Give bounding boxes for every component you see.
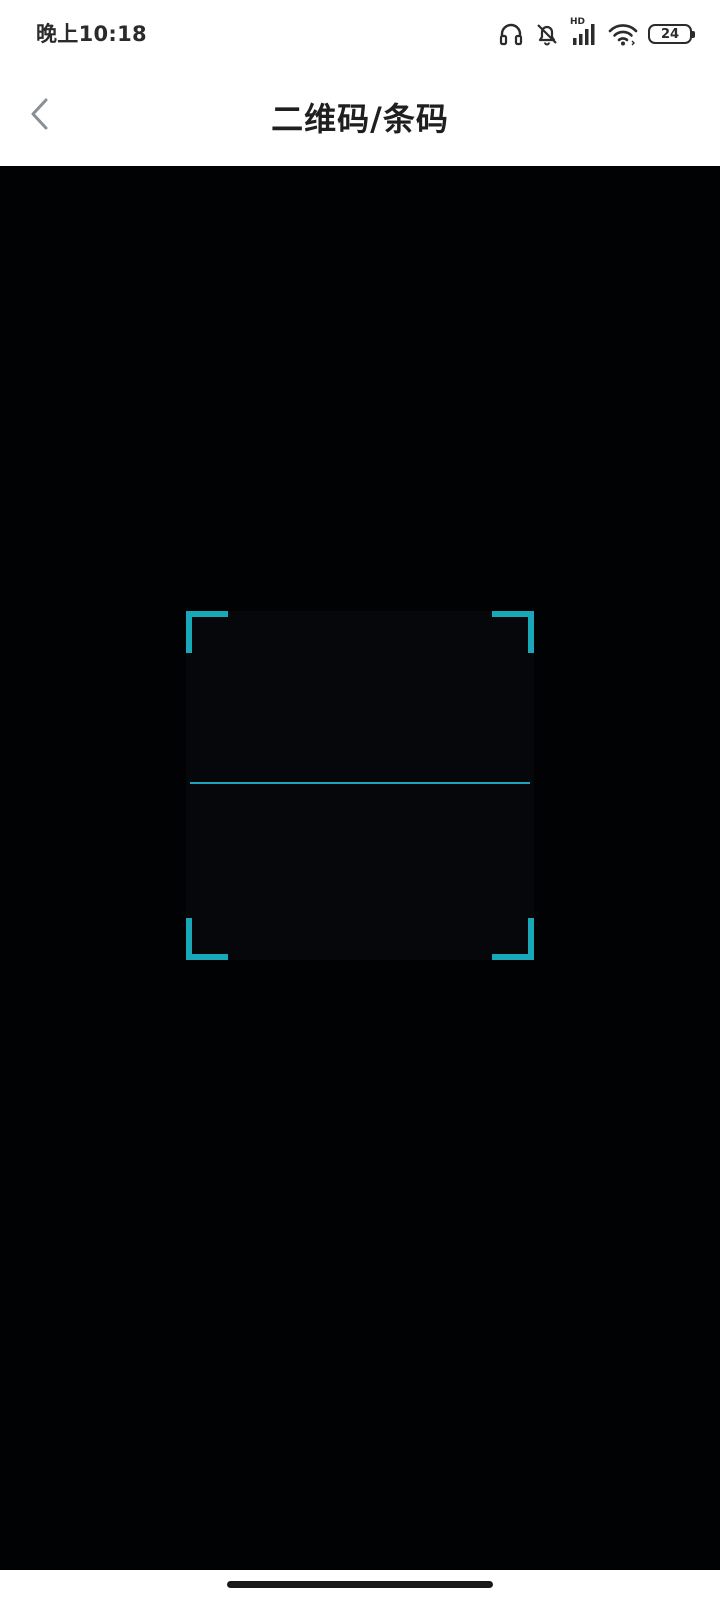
- battery-level: 24: [660, 26, 680, 42]
- battery-icon: 24: [648, 24, 695, 44]
- mute-bell-icon: [534, 21, 560, 47]
- headphones-icon: [498, 21, 524, 47]
- scan-frame-corner-bottom-right: [492, 918, 534, 960]
- scan-frame-corner-bottom-left: [186, 918, 228, 960]
- navigation-bar: [0, 1570, 720, 1600]
- scan-line: [190, 782, 530, 784]
- scan-frame-corner-top-right: [492, 611, 534, 653]
- screen: 晚上10:18 HD 24 二维码/条码: [0, 0, 720, 1600]
- header: 二维码/条码: [0, 70, 720, 166]
- home-indicator[interactable]: [227, 1581, 493, 1588]
- status-bar: 晚上10:18 HD 24: [0, 0, 720, 70]
- status-time: 晚上10:18: [36, 22, 147, 46]
- signal-icon: HD: [570, 18, 598, 48]
- page-title: 二维码/条码: [271, 100, 449, 138]
- scan-frame-corner-top-left: [186, 611, 228, 653]
- scan-frame: [186, 611, 534, 960]
- status-icons: HD 24: [498, 18, 695, 50]
- camera-preview[interactable]: [0, 166, 720, 1570]
- wifi-icon: [608, 21, 638, 47]
